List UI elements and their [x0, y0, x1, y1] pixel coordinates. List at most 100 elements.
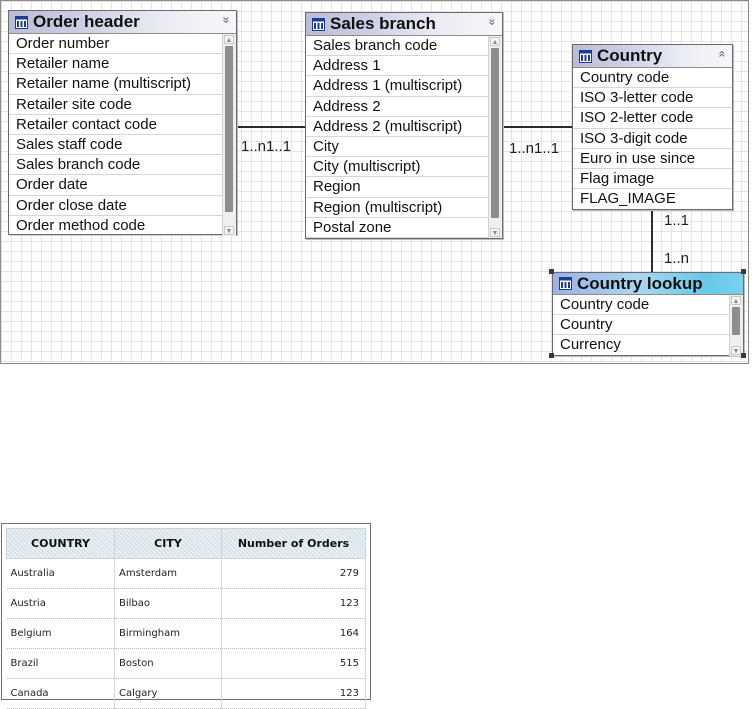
- entity-title: Country: [597, 46, 663, 65]
- cell-orders: 515: [221, 648, 366, 679]
- vertical-scrollbar[interactable]: ▲ ▼: [729, 295, 743, 356]
- cell-city: Bilbao: [114, 588, 222, 619]
- cell-country: Belgium: [6, 618, 115, 649]
- list-item[interactable]: Order method code: [9, 216, 236, 236]
- list-item[interactable]: Region: [306, 177, 502, 198]
- list-item[interactable]: Region (multiscript): [306, 198, 502, 218]
- scroll-up-arrow-icon[interactable]: ▲: [224, 35, 234, 44]
- list-item[interactable]: Retailer name: [9, 54, 236, 75]
- entity-item-list: Country code ISO 3-letter code ISO 2-let…: [573, 68, 732, 209]
- query-subject-icon: [579, 49, 592, 63]
- table-header-row: COUNTRY CITY Number of Orders: [6, 528, 366, 559]
- cell-city: Boston: [114, 648, 222, 679]
- entity-title: Order header: [33, 12, 140, 31]
- cell-country: Australia: [6, 558, 115, 589]
- column-header-orders[interactable]: Number of Orders: [221, 528, 366, 559]
- scrollbar-thumb[interactable]: [491, 48, 499, 218]
- entity-title: Country lookup: [577, 273, 703, 293]
- scroll-down-arrow-icon[interactable]: ▼: [224, 225, 234, 235]
- cardinality-lookup-side: 1..n: [664, 250, 690, 267]
- list-item[interactable]: Flag image: [573, 169, 732, 190]
- entity-title-bar[interactable]: Country lookup: [553, 273, 743, 295]
- entity-title-bar[interactable]: Sales branch »: [306, 13, 502, 36]
- expand-chevron-icon[interactable]: «: [716, 51, 730, 58]
- collapse-chevron-icon[interactable]: »: [486, 19, 500, 26]
- entity-title-bar[interactable]: Country «: [573, 45, 732, 68]
- list-item[interactable]: Order date: [9, 175, 236, 196]
- cardinality-country-side: 1..1: [664, 212, 690, 229]
- list-item[interactable]: Retailer site code: [9, 95, 236, 115]
- relationship-line-branch-country[interactable]: [502, 126, 573, 128]
- list-item[interactable]: City: [306, 137, 502, 158]
- list-item[interactable]: Address 2 (multiscript): [306, 117, 502, 137]
- report-table-frame: COUNTRY CITY Number of Orders Australia …: [1, 523, 371, 709]
- scroll-down-arrow-icon[interactable]: ▼: [731, 345, 741, 355]
- column-header-country[interactable]: COUNTRY: [6, 528, 115, 559]
- relationship-line-order-branch[interactable]: [235, 126, 307, 128]
- list-item[interactable]: FLAG_IMAGE: [573, 189, 732, 209]
- table-row: Belgium Birmingham 164: [6, 618, 366, 649]
- cell-country: Austria: [6, 588, 115, 619]
- list-item[interactable]: Sales branch code: [306, 36, 502, 57]
- list-item[interactable]: Order number: [9, 34, 236, 55]
- cell-city: Calgary: [114, 678, 222, 709]
- cell-city: Amsterdam: [114, 558, 222, 589]
- scroll-down-arrow-icon[interactable]: ▼: [490, 227, 500, 237]
- selection-handle[interactable]: [549, 353, 554, 358]
- list-item[interactable]: ISO 2-letter code: [573, 108, 732, 129]
- collapse-chevron-icon[interactable]: »: [220, 17, 234, 24]
- relationship-diagram: 1..n1..1 1..n1..1 1..1 1..n Order header…: [0, 0, 749, 364]
- cardinality-order-branch: 1..n1..1: [241, 138, 292, 155]
- list-item[interactable]: Order close date: [9, 196, 236, 216]
- cell-orders: 123: [221, 588, 366, 619]
- list-item[interactable]: ISO 3-letter code: [573, 88, 732, 109]
- table-row: Brazil Boston 515: [6, 648, 366, 679]
- table-row: Austria Bilbao 123: [6, 588, 366, 619]
- list-item[interactable]: Country code: [573, 68, 732, 89]
- list-item[interactable]: Retailer name (multiscript): [9, 74, 236, 95]
- list-item[interactable]: ISO 3-digit code: [573, 129, 732, 149]
- list-item[interactable]: Currency: [553, 335, 743, 355]
- column-header-city[interactable]: CITY: [114, 528, 222, 559]
- entity-country-lookup[interactable]: Country lookup Country code Country Curr…: [552, 272, 744, 356]
- list-item[interactable]: Country: [553, 315, 743, 336]
- entity-country[interactable]: Country « Country code ISO 3-letter code…: [572, 44, 733, 210]
- table-row: Australia Amsterdam 279: [6, 558, 366, 589]
- cell-orders: 164: [221, 618, 366, 649]
- list-item[interactable]: Address 2: [306, 97, 502, 117]
- query-subject-icon: [559, 277, 572, 290]
- entity-sales-branch[interactable]: Sales branch » Sales branch code Address…: [305, 12, 503, 239]
- vertical-scrollbar[interactable]: ▲ ▼: [488, 36, 502, 238]
- list-item[interactable]: Address 1 (multiscript): [306, 76, 502, 97]
- scrollbar-thumb[interactable]: [732, 307, 740, 335]
- relationship-line-country-lookup[interactable]: [651, 209, 653, 273]
- cell-orders: 123: [221, 678, 366, 709]
- list-item[interactable]: Address 1: [306, 56, 502, 77]
- list-item[interactable]: Retailer contact code: [9, 115, 236, 135]
- cell-orders: 279: [221, 558, 366, 589]
- report-table: COUNTRY CITY Number of Orders Australia …: [6, 528, 366, 709]
- query-subject-icon: [312, 17, 325, 31]
- cell-city: Birmingham: [114, 618, 222, 649]
- selection-handle[interactable]: [741, 353, 746, 358]
- list-item[interactable]: Country code: [553, 295, 743, 316]
- list-item[interactable]: Postal zone: [306, 218, 502, 238]
- scroll-up-arrow-icon[interactable]: ▲: [490, 37, 500, 46]
- entity-title: Sales branch: [330, 14, 436, 33]
- cell-country: Canada: [6, 678, 115, 709]
- entity-title-bar[interactable]: Order header »: [9, 11, 236, 34]
- selection-handle[interactable]: [741, 269, 746, 274]
- vertical-scrollbar[interactable]: ▲ ▼: [222, 34, 236, 236]
- entity-order-header[interactable]: Order header » Order number Retailer nam…: [8, 10, 237, 236]
- scrollbar-thumb[interactable]: [225, 46, 233, 212]
- list-item[interactable]: Sales staff code: [9, 135, 236, 156]
- list-item[interactable]: City (multiscript): [306, 157, 502, 178]
- entity-item-list: Country code Country Currency ▲ ▼: [553, 295, 743, 356]
- scroll-up-arrow-icon[interactable]: ▲: [731, 296, 741, 305]
- list-item[interactable]: Sales branch code: [9, 155, 236, 176]
- cardinality-branch-country: 1..n1..1: [509, 140, 560, 157]
- list-item[interactable]: Euro in use since: [573, 149, 732, 169]
- selection-handle[interactable]: [549, 269, 554, 274]
- entity-item-list: Order number Retailer name Retailer name…: [9, 34, 236, 236]
- query-subject-icon: [15, 15, 28, 29]
